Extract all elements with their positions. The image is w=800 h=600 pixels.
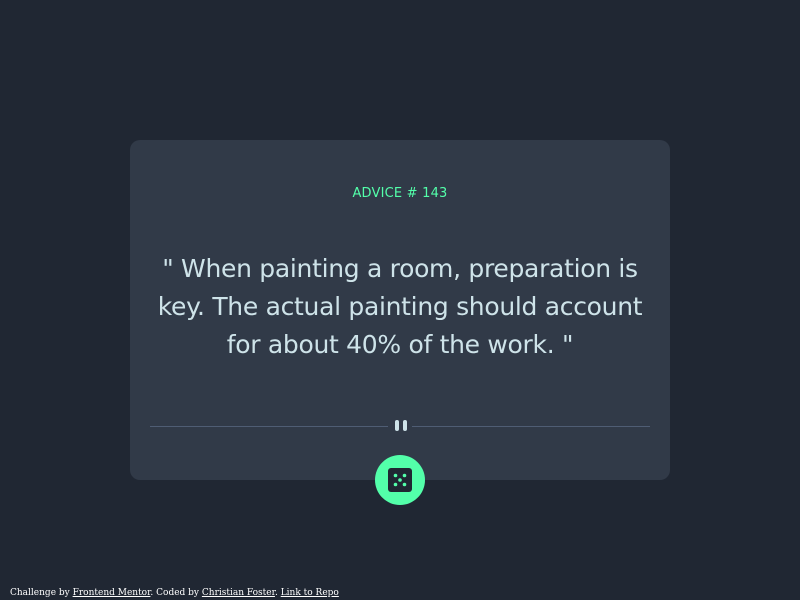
author-link[interactable]: Christian Foster [202,588,275,598]
divider-line-left [150,425,388,427]
repo-link[interactable]: Link to Repo [281,588,339,598]
new-advice-button[interactable] [375,455,425,505]
advice-id: ADVICE # 143 [352,186,448,201]
dice-icon [388,468,412,492]
attribution-footer: Challenge by Frontend Mentor. Coded by C… [10,588,339,598]
pause-bar-left [395,420,399,431]
divider [150,420,650,431]
frontend-mentor-link[interactable]: Frontend Mentor [73,588,151,598]
advice-card: ADVICE # 143 " When painting a room, pre… [130,140,670,505]
pause-icon [395,420,407,431]
footer-challenge-prefix: Challenge by [10,588,70,598]
footer-separator: . [274,588,278,598]
footer-coded-by-prefix: . Coded by [150,588,200,598]
pause-bar-right [403,420,407,431]
advice-quote: " When painting a room, preparation is k… [157,254,643,359]
divider-line-right [412,425,650,427]
